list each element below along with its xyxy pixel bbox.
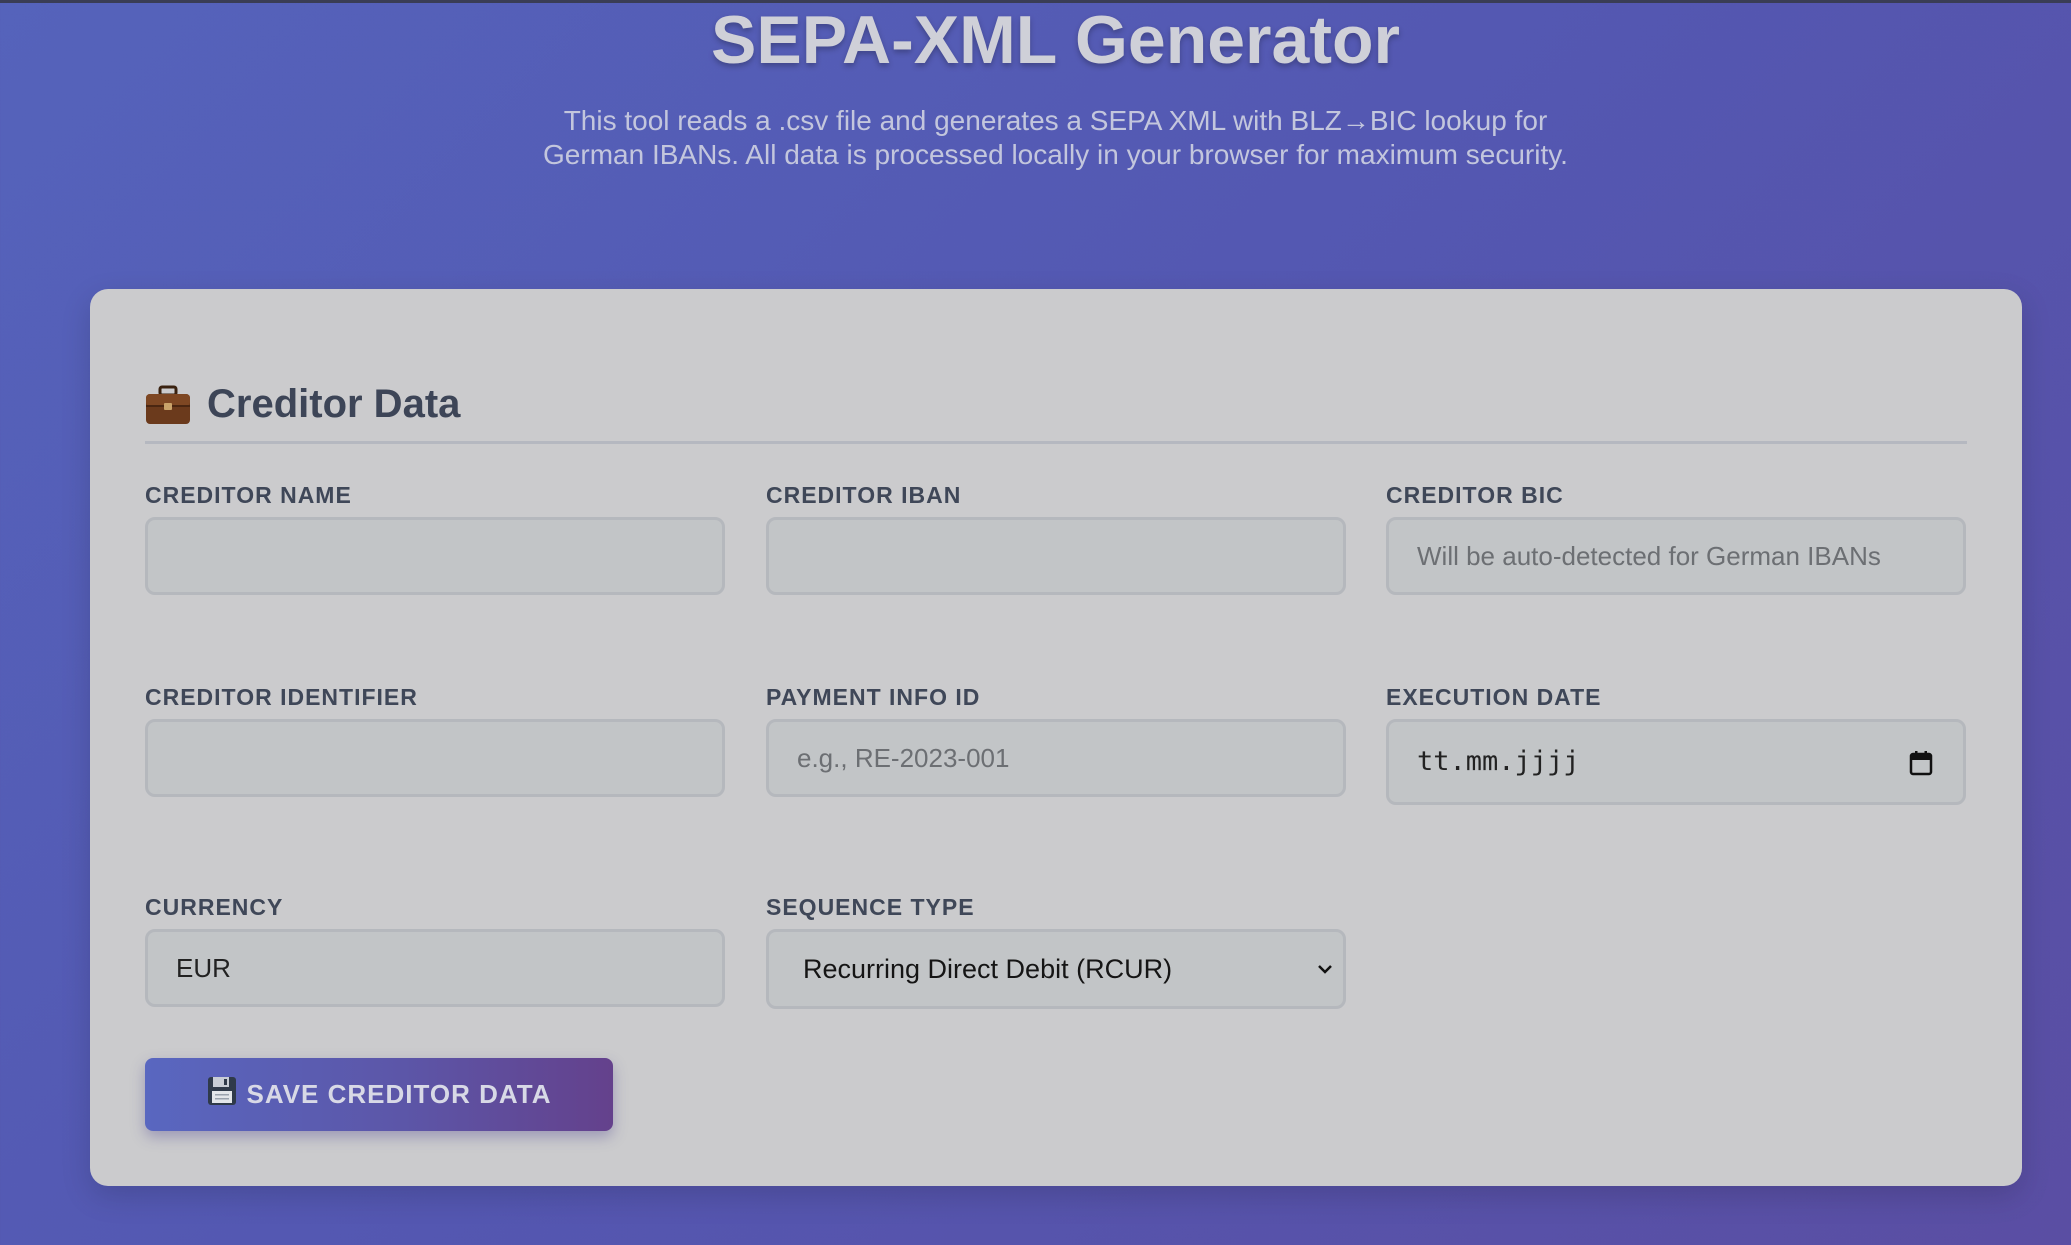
sequence-type-selected: Recurring Direct Debit (RCUR) (803, 954, 1173, 984)
creditor-iban-label: CREDITOR IBAN (766, 482, 962, 508)
creditor-iban-group: CREDITOR IBAN (766, 481, 1346, 595)
creditor-bic-label: CREDITOR BIC (1386, 482, 1564, 508)
floppy-disk-icon (207, 1076, 237, 1113)
currency-input[interactable] (145, 929, 725, 1007)
section-header: Creditor Data (145, 379, 1967, 444)
creditor-name-label: CREDITOR NAME (145, 482, 352, 508)
creditor-bic-group: CREDITOR BIC (1386, 481, 1966, 595)
payment-info-id-input[interactable] (766, 719, 1346, 797)
creditor-name-input[interactable] (145, 517, 725, 595)
calendar-icon[interactable] (1909, 750, 1933, 776)
execution-date-group: EXECUTION DATE tt.mm.jjjj (1386, 683, 1966, 805)
payment-info-id-group: PAYMENT INFO ID (766, 683, 1346, 797)
page-header: SEPA-XML Generator This tool reads a .cs… (0, 0, 2071, 172)
currency-label: CURRENCY (145, 894, 284, 920)
chevron-down-icon (1317, 962, 1333, 974)
briefcase-icon (145, 385, 191, 425)
section-title: Creditor Data (207, 382, 461, 426)
sequence-type-label: SEQUENCE TYPE (766, 894, 975, 920)
execution-date-placeholder: tt.mm.jjjj (1417, 746, 1580, 777)
page-subtitle: This tool reads a .csv file and generate… (543, 105, 1568, 170)
save-creditor-button[interactable]: SAVE CREDITOR DATA (145, 1058, 613, 1131)
page-title: SEPA-XML Generator (711, 2, 1400, 78)
sequence-type-select[interactable]: Recurring Direct Debit (RCUR) (766, 929, 1346, 1009)
creditor-identifier-label: CREDITOR IDENTIFIER (145, 684, 418, 710)
payment-info-id-label: PAYMENT INFO ID (766, 684, 981, 710)
creditor-name-group: CREDITOR NAME (145, 481, 725, 595)
sequence-type-group: SEQUENCE TYPE Recurring Direct Debit (RC… (766, 893, 1346, 1009)
creditor-card: Creditor Data CREDITOR NAME CREDITOR IBA… (90, 289, 2022, 1186)
creditor-identifier-group: CREDITOR IDENTIFIER (145, 683, 725, 797)
currency-group: CURRENCY (145, 893, 725, 1007)
creditor-identifier-input[interactable] (145, 719, 725, 797)
execution-date-input[interactable]: tt.mm.jjjj (1386, 719, 1966, 805)
save-button-label: SAVE CREDITOR DATA (246, 1079, 552, 1109)
creditor-iban-input[interactable] (766, 517, 1346, 595)
creditor-bic-input[interactable] (1386, 517, 1966, 595)
execution-date-label: EXECUTION DATE (1386, 684, 1602, 710)
